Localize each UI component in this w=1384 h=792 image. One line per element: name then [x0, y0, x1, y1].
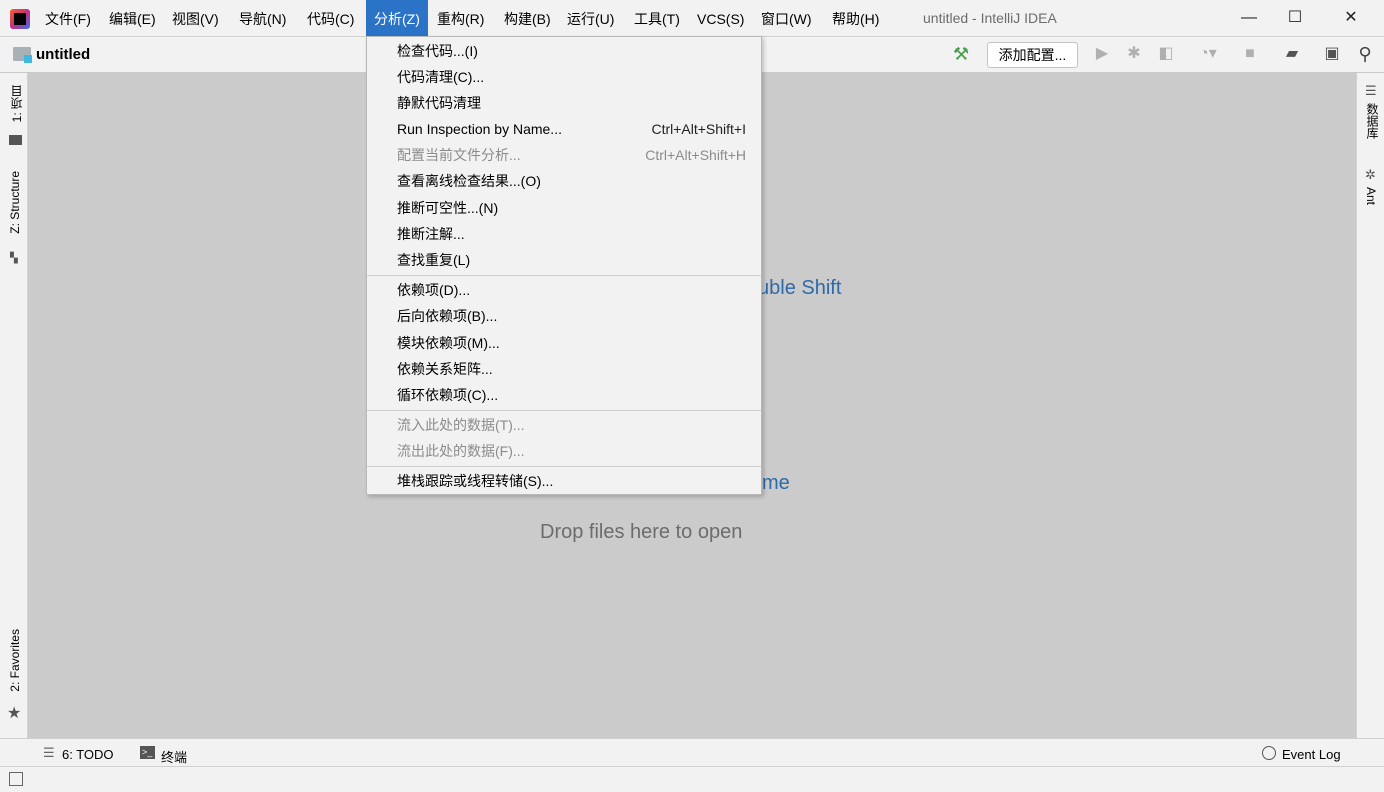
toggle-tool-windows-icon[interactable] [9, 772, 23, 786]
analyze-menu-item: 配置当前文件分析... Ctrl+Alt+Shift+H [367, 142, 761, 168]
analyze-menu-item: 流入此处的数据(T)... [367, 412, 761, 438]
navigation-hint: me [762, 472, 790, 494]
menu-7[interactable]: 构建(B) [496, 0, 559, 36]
menu-item-label: 查找重复(L) [397, 252, 471, 268]
drop-files-hint: Drop files here to open [540, 521, 743, 543]
favorites-tool-tab[interactable]: 2: Favorites [8, 629, 22, 692]
terminal-window-icon[interactable]: ▣ [1322, 44, 1342, 64]
menu-9[interactable]: 工具(T) [626, 0, 688, 36]
coverage-icon[interactable]: ◧ [1156, 44, 1176, 64]
close-button[interactable]: ✕ [1328, 0, 1374, 36]
analyze-menu-item[interactable]: 查看离线检查结果...(O) [367, 168, 761, 194]
event-log-tool-tab[interactable]: Event Log [1282, 747, 1341, 762]
project-tool-tab[interactable]: 1: 项目 [8, 85, 25, 122]
menu-separator [367, 410, 761, 411]
menu-separator [367, 275, 761, 276]
add-configuration-button[interactable]: 添加配置... [987, 42, 1078, 68]
analyze-menu-item[interactable]: 查找重复(L) [367, 247, 761, 273]
menu-item-label: 代码清理(C)... [397, 69, 485, 85]
project-breadcrumb[interactable]: untitled [36, 46, 90, 63]
menu-10[interactable]: VCS(S) [689, 0, 752, 36]
run-icon[interactable]: ▶ [1092, 44, 1112, 64]
menu-item-label: 推断注解... [397, 226, 465, 242]
menu-item-label: 查看离线检查结果...(O) [397, 173, 541, 189]
menu-item-label: 依赖关系矩阵... [397, 361, 493, 377]
analyze-menu-item[interactable]: 依赖项(D)... [367, 277, 761, 303]
menu-item-label: 后向依赖项(B)... [397, 308, 498, 324]
stop-icon[interactable]: ■ [1240, 44, 1260, 64]
maximize-button[interactable]: ☐ [1272, 0, 1318, 36]
analyze-menu-item[interactable]: 后向依赖项(B)... [367, 303, 761, 329]
structure-icon: ▚ [10, 253, 18, 264]
folder-icon [13, 47, 32, 63]
menu-separator [367, 466, 761, 467]
project-structure-icon[interactable]: ▰ [1282, 44, 1302, 64]
bottom-tool-strip: ☰ 6: TODO >_ 终端 Event Log [0, 738, 1384, 767]
right-tool-strip: ☰ 数据库 ✲ Ant [1356, 73, 1384, 738]
star-icon: ★ [7, 705, 22, 722]
analyze-menu-item[interactable]: 推断注解... [367, 221, 761, 247]
menu-item-shortcut: Ctrl+Alt+Shift+H [645, 147, 746, 163]
analyze-menu-item[interactable]: Run Inspection by Name... Ctrl+Alt+Shift+… [367, 116, 761, 142]
menu-11[interactable]: 窗口(W) [753, 0, 820, 36]
analyze-menu-item: 流出此处的数据(F)... [367, 438, 761, 464]
minimize-button[interactable]: — [1226, 0, 1272, 36]
folder-icon [9, 135, 22, 145]
menu-4[interactable]: 代码(C) [299, 0, 362, 36]
analyze-menu-item[interactable]: 堆栈跟踪或线程转储(S)... [367, 468, 761, 494]
menu-item-label: 流入此处的数据(T)... [397, 417, 525, 433]
menu-6[interactable]: 重构(R) [429, 0, 492, 36]
analyze-menu-dropdown: 检查代码...(I) 代码清理(C)... 静默代码清理 Run Inspection… [366, 36, 762, 495]
title-bar: 文件(F) 编辑(E) 视图(V) 导航(N) 代码(C) 分析(Z) 重构(R) 构建(B)… [0, 0, 1384, 37]
analyze-menu-item[interactable]: 代码清理(C)... [367, 64, 761, 90]
intellij-logo-icon [10, 9, 30, 29]
ant-tool-tab[interactable]: Ant [1364, 187, 1378, 205]
ant-icon: ✲ [1365, 167, 1376, 182]
menu-item-label: 依赖项(D)... [397, 282, 471, 298]
window-title: untitled - IntelliJ IDEA [923, 10, 1057, 26]
analyze-menu-item[interactable]: 模块依赖项(M)... [367, 330, 761, 356]
todo-tool-tab[interactable]: 6: TODO [62, 747, 114, 762]
menu-item-label: 配置当前文件分析... [397, 147, 521, 163]
menu-8[interactable]: 运行(U) [559, 0, 622, 36]
search-icon[interactable]: ⚲ [1355, 44, 1375, 64]
menu-item-label: 静默代码清理 [397, 95, 481, 111]
menu-2[interactable]: 视图(V) [164, 0, 227, 36]
analyze-menu-item[interactable]: 依赖关系矩阵... [367, 356, 761, 382]
status-bar [0, 767, 1384, 792]
build-hammer-icon[interactable]: ⚒ [953, 44, 969, 65]
menu-12[interactable]: 帮助(H) [824, 0, 887, 36]
menu-1[interactable]: 编辑(E) [101, 0, 164, 36]
menu-3[interactable]: 导航(N) [231, 0, 294, 36]
menu-0[interactable]: 文件(F) [37, 0, 99, 36]
menu-item-shortcut: Ctrl+Alt+Shift+I [651, 121, 746, 137]
analyze-menu-item[interactable]: 推断可空性...(N) [367, 195, 761, 221]
menu-5[interactable]: 分析(Z) [366, 0, 428, 36]
left-tool-strip: 1: 项目 Z: Structure ▚ 2: Favorites ★ [0, 73, 28, 738]
terminal-icon: >_ [140, 746, 155, 759]
menu-item-label: 流出此处的数据(F)... [397, 443, 525, 459]
event-log-icon [1262, 746, 1276, 760]
analyze-menu-item[interactable]: 循环依赖项(C)... [367, 382, 761, 408]
structure-tool-tab[interactable]: Z: Structure [8, 171, 22, 234]
search-everywhere-hint: uble Shift [758, 277, 842, 299]
todo-list-icon: ☰ [43, 745, 55, 760]
terminal-tool-tab[interactable]: 终端 [161, 747, 187, 766]
profile-icon[interactable]: ◔▾ [1190, 44, 1226, 64]
menu-item-label: 循环依赖项(C)... [397, 387, 499, 403]
database-tool-tab[interactable]: 数据库 [1364, 103, 1381, 139]
menu-item-label: 检查代码...(I) [397, 43, 478, 59]
database-icon: ☰ [1365, 83, 1377, 98]
menu-item-label: 模块依赖项(M)... [397, 335, 500, 351]
menu-item-label: 堆栈跟踪或线程转储(S)... [397, 473, 554, 489]
menu-item-label: Run Inspection by Name... [397, 121, 562, 137]
analyze-menu-item[interactable]: 静默代码清理 [367, 90, 761, 116]
menu-item-label: 推断可空性...(N) [397, 200, 499, 216]
debug-icon[interactable]: ✱ [1124, 44, 1144, 64]
analyze-menu-item[interactable]: 检查代码...(I) [367, 38, 761, 64]
